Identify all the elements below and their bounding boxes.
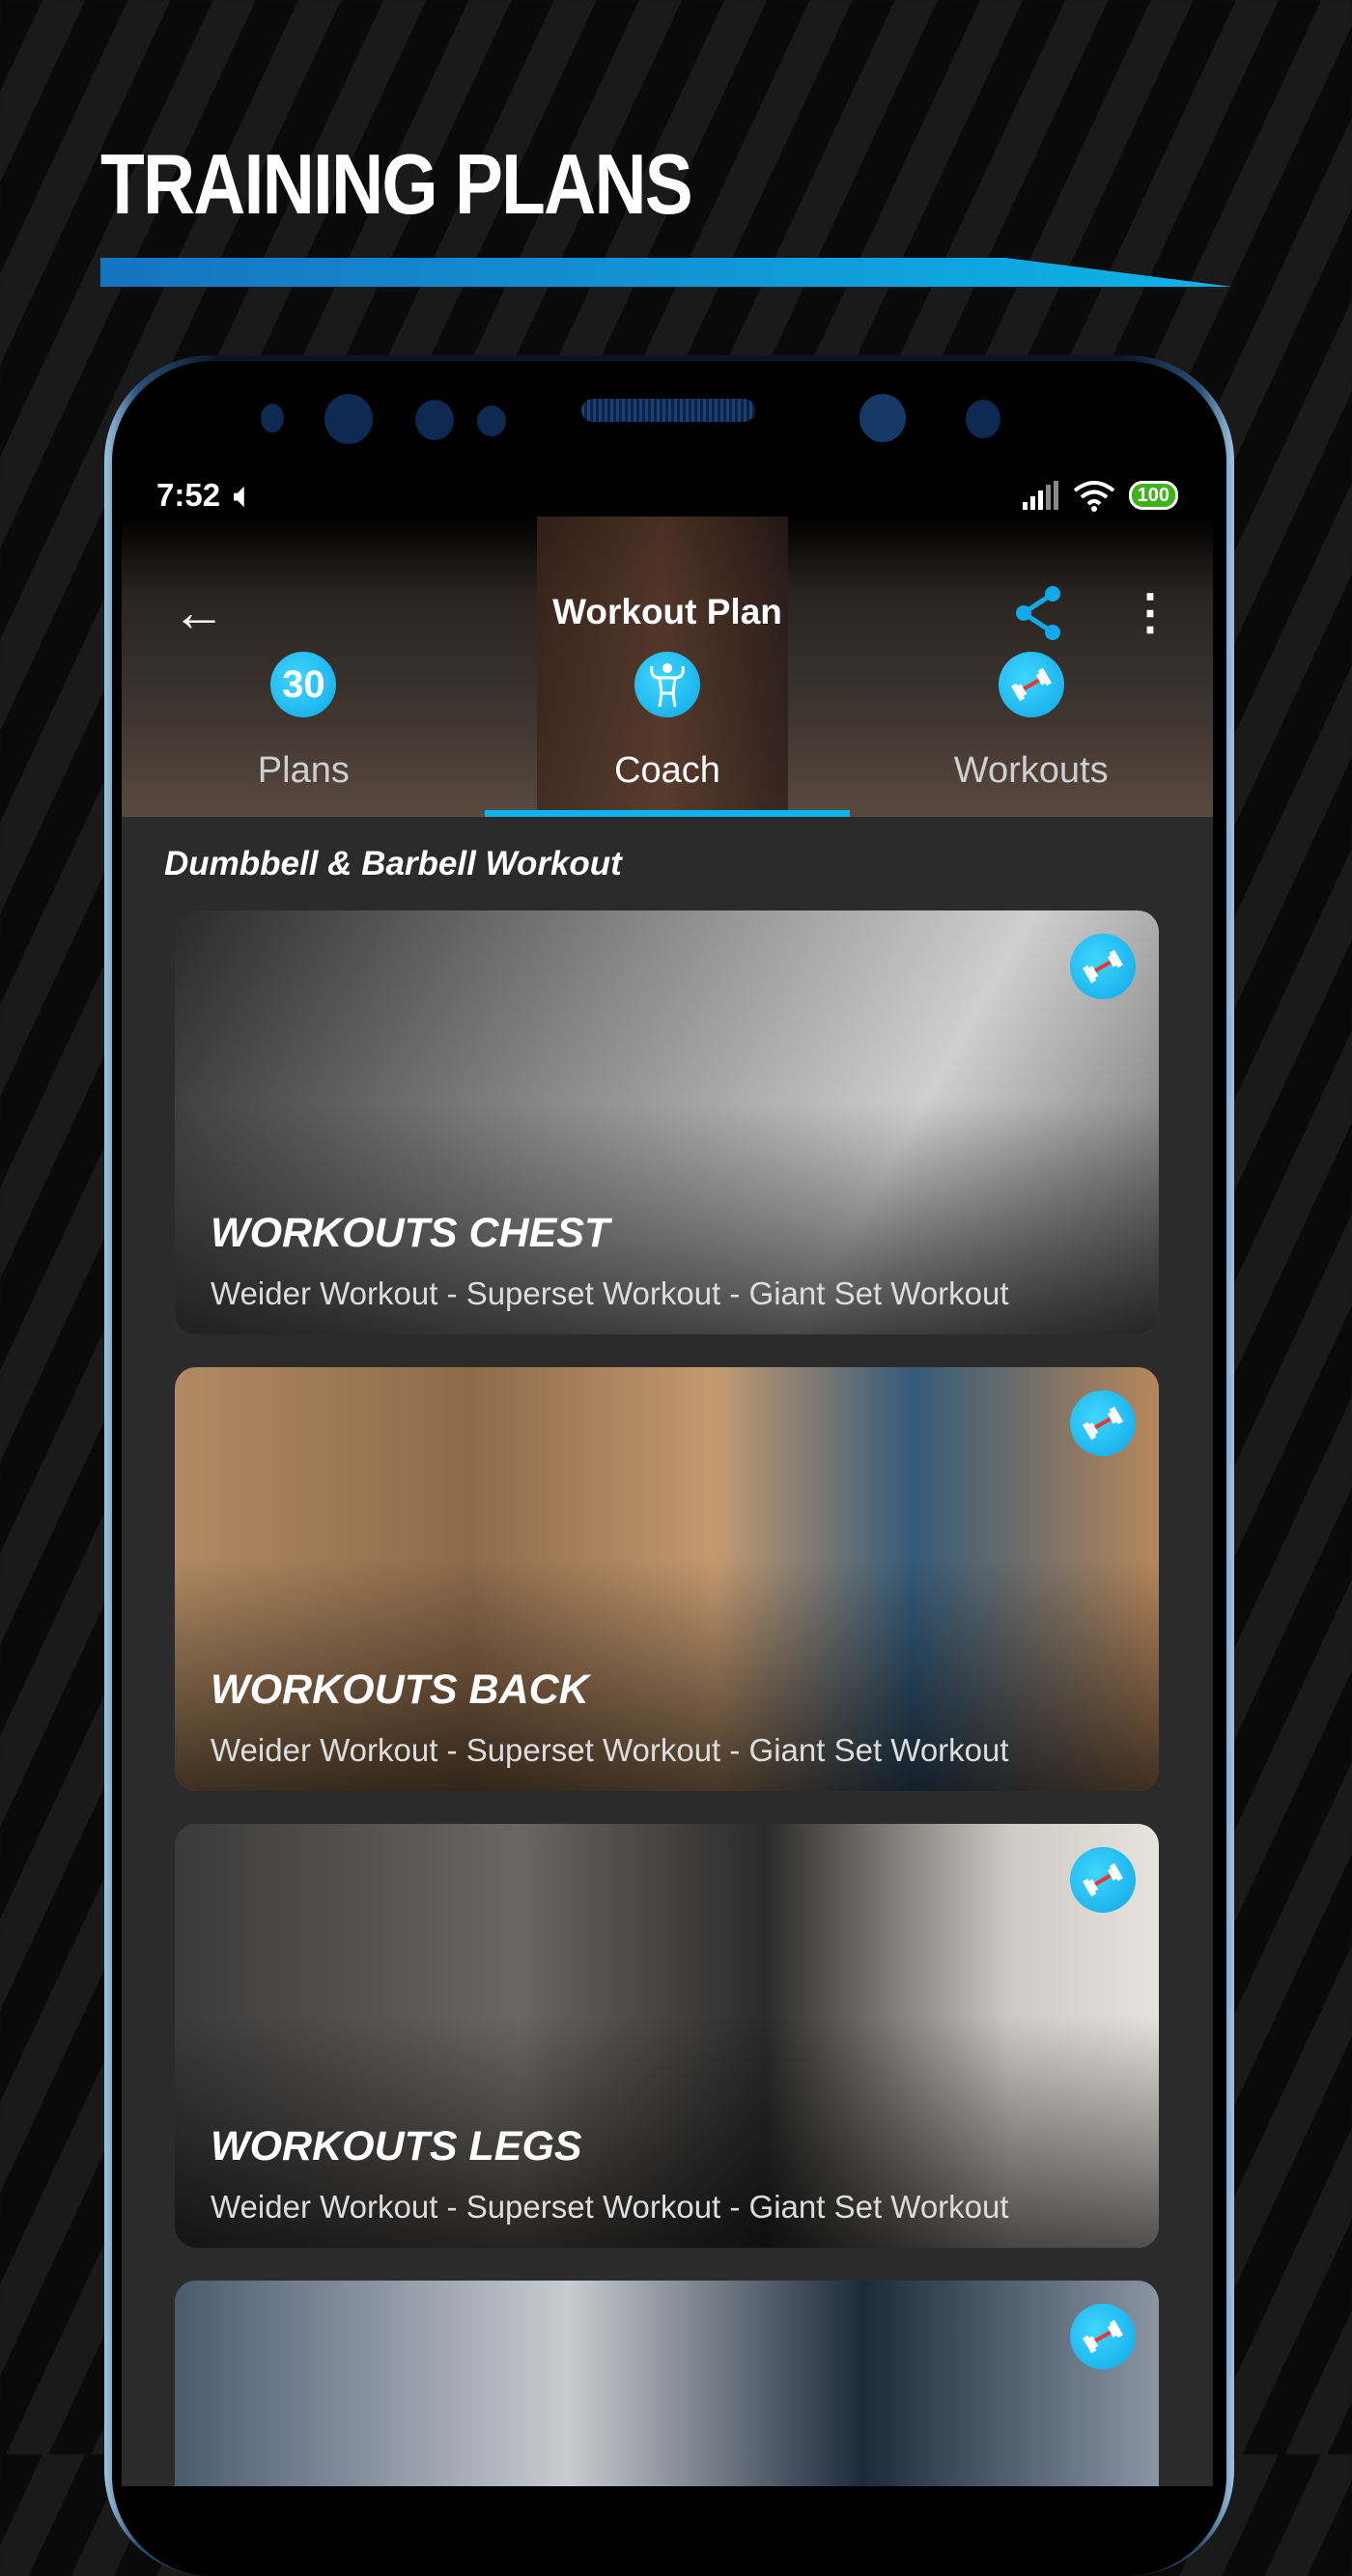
status-bar: 7:52 🔈︎ 100 bbox=[156, 476, 1178, 515]
signal-icon bbox=[1022, 481, 1058, 510]
headline: TRAINING PLANS bbox=[100, 136, 693, 232]
workout-card-chest[interactable]: WORKOUTS CHEST Weider Workout - Superset… bbox=[175, 910, 1159, 1334]
card-subtitle: Weider Workout - Superset Workout - Gian… bbox=[211, 1275, 1009, 1311]
tab-coach[interactable]: Coach bbox=[486, 652, 850, 817]
more-options-button[interactable]: ⋮ bbox=[1126, 584, 1174, 640]
dumbbell-icon bbox=[998, 652, 1064, 717]
dumbbell-icon bbox=[1070, 934, 1136, 999]
wifi-icon bbox=[1073, 481, 1114, 512]
back-button[interactable]: ← bbox=[172, 584, 226, 640]
sensor-icon bbox=[477, 406, 506, 436]
card-subtitle: Weider Workout - Superset Workout - Gian… bbox=[211, 2189, 1009, 2225]
card-title: WORKOUTS BACK bbox=[211, 1666, 589, 1713]
workout-card-back[interactable]: WORKOUTS BACK Weider Workout - Superset … bbox=[175, 1367, 1159, 1791]
thirty-days-icon: 30 bbox=[270, 652, 337, 717]
tab-plans[interactable]: 30 Plans bbox=[122, 652, 486, 817]
active-tab-indicator bbox=[485, 810, 850, 817]
bodybuilder-icon bbox=[634, 652, 700, 717]
workout-card-legs[interactable]: WORKOUTS LEGS Weider Workout - Superset … bbox=[175, 1824, 1159, 2248]
tab-label: Coach bbox=[614, 750, 720, 791]
toolbar: Workout Plan ← ⋮ bbox=[122, 584, 1213, 640]
app-screen: 7:52 🔈︎ 100 Workout Plan ← ⋮ 30 Plans Co… bbox=[122, 459, 1213, 2486]
front-camera-icon bbox=[859, 394, 906, 442]
sensor-icon bbox=[415, 400, 454, 440]
tab-label: Workouts bbox=[953, 750, 1109, 791]
sensor-icon bbox=[324, 394, 373, 444]
status-time: 7:52 bbox=[156, 477, 221, 513]
card-title: WORKOUTS LEGS bbox=[211, 2123, 582, 2170]
accent-bar bbox=[100, 258, 1232, 287]
dumbbell-icon bbox=[1070, 1390, 1136, 1456]
workout-card[interactable] bbox=[175, 2281, 1159, 2486]
share-button[interactable] bbox=[1010, 584, 1068, 642]
battery-indicator: 100 bbox=[1128, 481, 1178, 510]
tab-label: Plans bbox=[257, 750, 350, 791]
tab-workouts[interactable]: Workouts bbox=[849, 652, 1213, 817]
section-title: Dumbbell & Barbell Workout bbox=[164, 845, 622, 882]
volume-icon: 🔈︎ bbox=[234, 476, 253, 513]
dumbbell-icon bbox=[1070, 2304, 1136, 2369]
sensor-icon bbox=[261, 404, 284, 433]
card-subtitle: Weider Workout - Superset Workout - Gian… bbox=[211, 1732, 1009, 1768]
earpiece-speaker bbox=[581, 399, 755, 422]
tab-bar: 30 Plans Coach Workouts bbox=[122, 652, 1213, 817]
card-title: WORKOUTS CHEST bbox=[211, 1210, 610, 1256]
sensor-icon bbox=[966, 400, 1000, 438]
dumbbell-icon bbox=[1070, 1847, 1136, 1913]
